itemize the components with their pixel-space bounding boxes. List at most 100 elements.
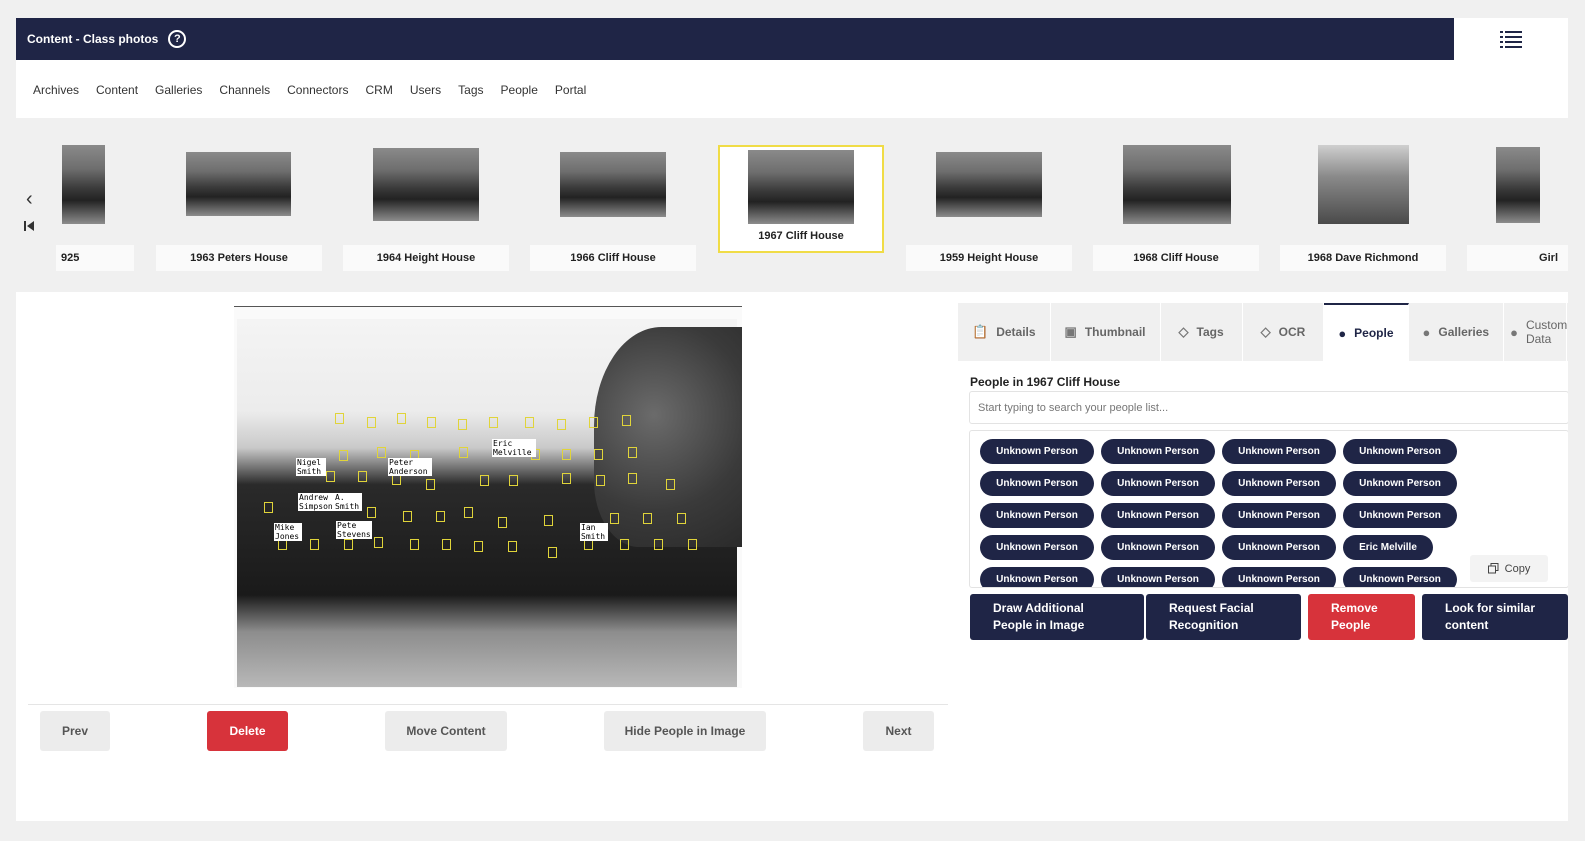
face-box[interactable] bbox=[264, 502, 273, 513]
next-button[interactable]: Next bbox=[863, 711, 934, 751]
thumbnail-image[interactable] bbox=[186, 152, 291, 216]
thumbnail-image[interactable] bbox=[1496, 147, 1540, 223]
filmstrip-item-selected[interactable]: 1967 Cliff House bbox=[718, 145, 884, 253]
face-box[interactable] bbox=[620, 539, 629, 550]
people-search-input[interactable]: Start typing to search your people list.… bbox=[969, 391, 1568, 424]
face-box[interactable] bbox=[339, 450, 348, 461]
thumbnail-image[interactable] bbox=[1318, 145, 1409, 224]
filmstrip-item[interactable]: 1968 Dave Richmond bbox=[1280, 245, 1446, 271]
person-tag[interactable]: Unknown Person bbox=[1222, 567, 1336, 587]
face-box[interactable] bbox=[397, 413, 406, 424]
person-tag[interactable]: Unknown Person bbox=[1343, 503, 1457, 528]
filmstrip-item[interactable]: 1966 Cliff House bbox=[530, 245, 696, 271]
person-tag[interactable]: Unknown Person bbox=[1222, 471, 1336, 496]
draw-additional-people-button[interactable]: Draw Additional People in Image bbox=[970, 594, 1144, 640]
face-box[interactable] bbox=[610, 513, 619, 524]
face-box[interactable] bbox=[464, 507, 473, 518]
face-box[interactable] bbox=[459, 447, 468, 458]
nav-galleries[interactable]: Galleries bbox=[155, 83, 202, 97]
face-box[interactable] bbox=[508, 541, 517, 552]
face-box[interactable] bbox=[367, 417, 376, 428]
face-box[interactable] bbox=[628, 473, 637, 484]
copy-button[interactable]: Copy bbox=[1470, 555, 1548, 582]
nav-connectors[interactable]: Connectors bbox=[287, 83, 348, 97]
person-tag[interactable]: Unknown Person bbox=[1101, 567, 1215, 587]
look-for-similar-button[interactable]: Look for similar content bbox=[1422, 594, 1568, 640]
content-image[interactable]: Nigel Smith Peter Anderson Eric Melville… bbox=[234, 306, 742, 688]
request-facial-recognition-button[interactable]: Request Facial Recognition bbox=[1146, 594, 1301, 640]
filmstrip-item[interactable]: 1968 Cliff House bbox=[1093, 245, 1259, 271]
face-box[interactable] bbox=[562, 449, 571, 460]
person-tag[interactable]: Unknown Person bbox=[1101, 535, 1215, 560]
person-tag[interactable]: Unknown Person bbox=[1101, 439, 1215, 464]
person-tag[interactable]: Unknown Person bbox=[1222, 439, 1336, 464]
nav-users[interactable]: Users bbox=[410, 83, 441, 97]
face-box[interactable] bbox=[427, 417, 436, 428]
person-tag[interactable]: Unknown Person bbox=[1222, 535, 1336, 560]
thumbnail-image[interactable] bbox=[1123, 145, 1231, 224]
face-box[interactable] bbox=[358, 471, 367, 482]
thumbnail-image[interactable] bbox=[373, 148, 479, 221]
face-box[interactable] bbox=[426, 479, 435, 490]
face-box[interactable] bbox=[442, 539, 451, 550]
prev-button[interactable]: Prev bbox=[40, 711, 110, 751]
person-tag-named[interactable]: Eric Melville bbox=[1343, 535, 1433, 560]
face-box[interactable] bbox=[374, 537, 383, 548]
thumbnail-image[interactable] bbox=[62, 145, 105, 224]
face-box[interactable] bbox=[628, 447, 637, 458]
hide-people-button[interactable]: Hide People in Image bbox=[604, 711, 766, 751]
person-tag[interactable]: Unknown Person bbox=[1343, 471, 1457, 496]
tab-details[interactable]: 📋 Details bbox=[958, 303, 1051, 361]
tab-tags[interactable]: ◇ Tags bbox=[1161, 303, 1243, 361]
face-box[interactable] bbox=[548, 547, 557, 558]
skip-to-first-icon[interactable] bbox=[24, 218, 34, 236]
person-tag[interactable]: Unknown Person bbox=[980, 503, 1094, 528]
person-tag[interactable]: Unknown Person bbox=[980, 471, 1094, 496]
person-tag[interactable]: Unknown Person bbox=[1343, 567, 1457, 587]
tab-ocr[interactable]: ◇ OCR bbox=[1243, 303, 1325, 361]
tab-galleries[interactable]: ● Galleries bbox=[1409, 303, 1505, 361]
face-box[interactable] bbox=[677, 513, 686, 524]
remove-people-button[interactable]: Remove People bbox=[1308, 594, 1415, 640]
help-icon[interactable]: ? bbox=[168, 30, 187, 48]
filmstrip-item[interactable]: Girl bbox=[1467, 245, 1568, 271]
tab-thumbnail[interactable]: ▣ Thumbnail bbox=[1051, 303, 1161, 361]
face-box[interactable] bbox=[344, 539, 353, 550]
person-tag[interactable]: Unknown Person bbox=[980, 567, 1094, 587]
person-tag[interactable]: Unknown Person bbox=[1343, 439, 1457, 464]
face-box[interactable] bbox=[410, 539, 419, 550]
face-box[interactable] bbox=[509, 475, 518, 486]
chevron-left-icon[interactable]: ‹ bbox=[26, 188, 33, 211]
hamburger-menu-icon[interactable] bbox=[1454, 18, 1568, 60]
face-box[interactable] bbox=[688, 539, 697, 550]
face-box[interactable] bbox=[498, 517, 507, 528]
face-box[interactable] bbox=[367, 507, 376, 518]
filmstrip-item[interactable]: 1964 Height House bbox=[343, 245, 509, 271]
face-box[interactable] bbox=[335, 413, 344, 424]
nav-people[interactable]: People bbox=[501, 83, 538, 97]
face-box[interactable] bbox=[377, 447, 386, 458]
tab-custom-data[interactable]: ● Custom Data bbox=[1504, 303, 1567, 361]
face-box[interactable] bbox=[596, 475, 605, 486]
person-tag[interactable]: Unknown Person bbox=[1101, 503, 1215, 528]
face-box[interactable] bbox=[480, 475, 489, 486]
delete-button[interactable]: Delete bbox=[207, 711, 288, 751]
thumbnail-image[interactable] bbox=[560, 152, 666, 217]
nav-channels[interactable]: Channels bbox=[219, 83, 270, 97]
nav-crm[interactable]: CRM bbox=[365, 83, 392, 97]
person-tag[interactable]: Unknown Person bbox=[980, 535, 1094, 560]
nav-content[interactable]: Content bbox=[96, 83, 138, 97]
face-box[interactable] bbox=[436, 511, 445, 522]
person-tag[interactable]: Unknown Person bbox=[1222, 503, 1336, 528]
tab-people[interactable]: ● People bbox=[1324, 303, 1409, 361]
nav-portal[interactable]: Portal bbox=[555, 83, 586, 97]
person-tag[interactable]: Unknown Person bbox=[1101, 471, 1215, 496]
face-box[interactable] bbox=[622, 415, 631, 426]
filmstrip-item[interactable]: 925 bbox=[56, 245, 134, 271]
face-box[interactable] bbox=[310, 539, 319, 550]
face-box[interactable] bbox=[326, 471, 335, 482]
face-box[interactable] bbox=[525, 417, 534, 428]
face-box[interactable] bbox=[489, 417, 498, 428]
thumbnail-image[interactable] bbox=[936, 152, 1042, 217]
nav-archives[interactable]: Archives bbox=[33, 83, 79, 97]
